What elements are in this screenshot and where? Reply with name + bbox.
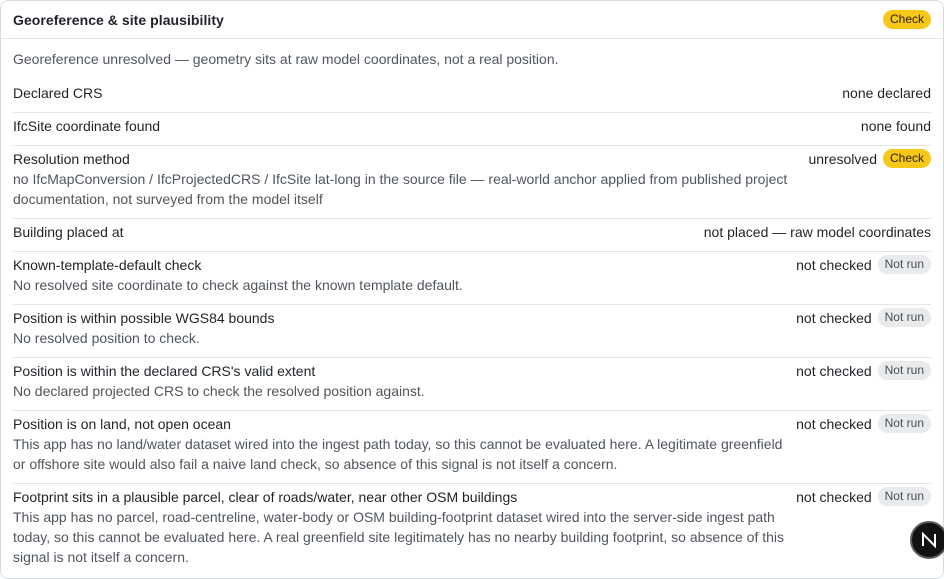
row-label: Building placed at (13, 224, 124, 240)
row-label: Resolution method (13, 151, 130, 167)
check-badge: Check (882, 149, 931, 168)
row-description: no IfcMapConversion / IfcProjectedCRS / … (13, 171, 788, 207)
row-resolution-method: Resolution method no IfcMapConversion / … (13, 146, 931, 219)
row-label: Footprint sits in a plausible parcel, cl… (13, 489, 518, 505)
row-description: This app has no land/water dataset wired… (13, 436, 783, 472)
status-badge: Check (882, 10, 931, 29)
panel-body: Georeference unresolved — geometry sits … (1, 39, 943, 578)
row-value: not checked (796, 257, 872, 273)
row-label: Position is within possible WGS84 bounds (13, 310, 275, 326)
not-run-badge: Not run (877, 414, 931, 433)
not-run-badge: Not run (877, 487, 931, 506)
row-value: none declared (842, 85, 931, 101)
summary-text: Georeference unresolved — geometry sits … (13, 51, 559, 67)
panel-title: Georeference & site plausibility (13, 11, 224, 28)
row-label: Known-template-default check (13, 257, 202, 273)
row-description: This app has no parcel, road-centreline,… (13, 509, 785, 565)
row-crs-extent: Position is within the declared CRS's va… (13, 358, 931, 411)
panel-header: Georeference & site plausibility Check (1, 1, 943, 39)
row-value: not checked (796, 489, 872, 505)
row-label: IfcSite coordinate found (13, 118, 161, 134)
row-description: No declared projected CRS to check the r… (13, 383, 425, 399)
row-value: none found (860, 118, 931, 134)
not-run-badge: Not run (877, 361, 931, 380)
row-value: not checked (796, 363, 872, 379)
row-declared-crs: Declared CRS none declared (13, 80, 931, 113)
next-logo-button[interactable] (910, 521, 944, 559)
next-logo-icon (922, 531, 936, 549)
row-value: not checked (796, 416, 872, 432)
row-on-land: Position is on land, not open ocean This… (13, 411, 931, 484)
row-value: not placed — raw model coordinates (703, 224, 931, 240)
row-wgs84-bounds: Position is within possible WGS84 bounds… (13, 305, 931, 358)
row-label: Position is on land, not open ocean (13, 416, 231, 432)
row-value: unresolved (808, 151, 877, 167)
row-footprint-parcel: Footprint sits in a plausible parcel, cl… (13, 484, 931, 578)
not-run-badge: Not run (877, 255, 931, 274)
row-description: No resolved position to check. (13, 330, 200, 346)
row-template-default-check: Known-template-default check No resolved… (13, 252, 931, 305)
row-label: Declared CRS (13, 85, 103, 101)
row-label: Position is within the declared CRS's va… (13, 363, 316, 379)
row-value: not checked (796, 310, 872, 326)
row-description: No resolved site coordinate to check aga… (13, 277, 463, 293)
row-ifcsite-coordinate: IfcSite coordinate found none found (13, 113, 931, 146)
georeference-panel: Georeference & site plausibility Check G… (0, 0, 944, 579)
not-run-badge: Not run (877, 308, 931, 327)
row-building-placed: Building placed at not placed — raw mode… (13, 219, 931, 252)
